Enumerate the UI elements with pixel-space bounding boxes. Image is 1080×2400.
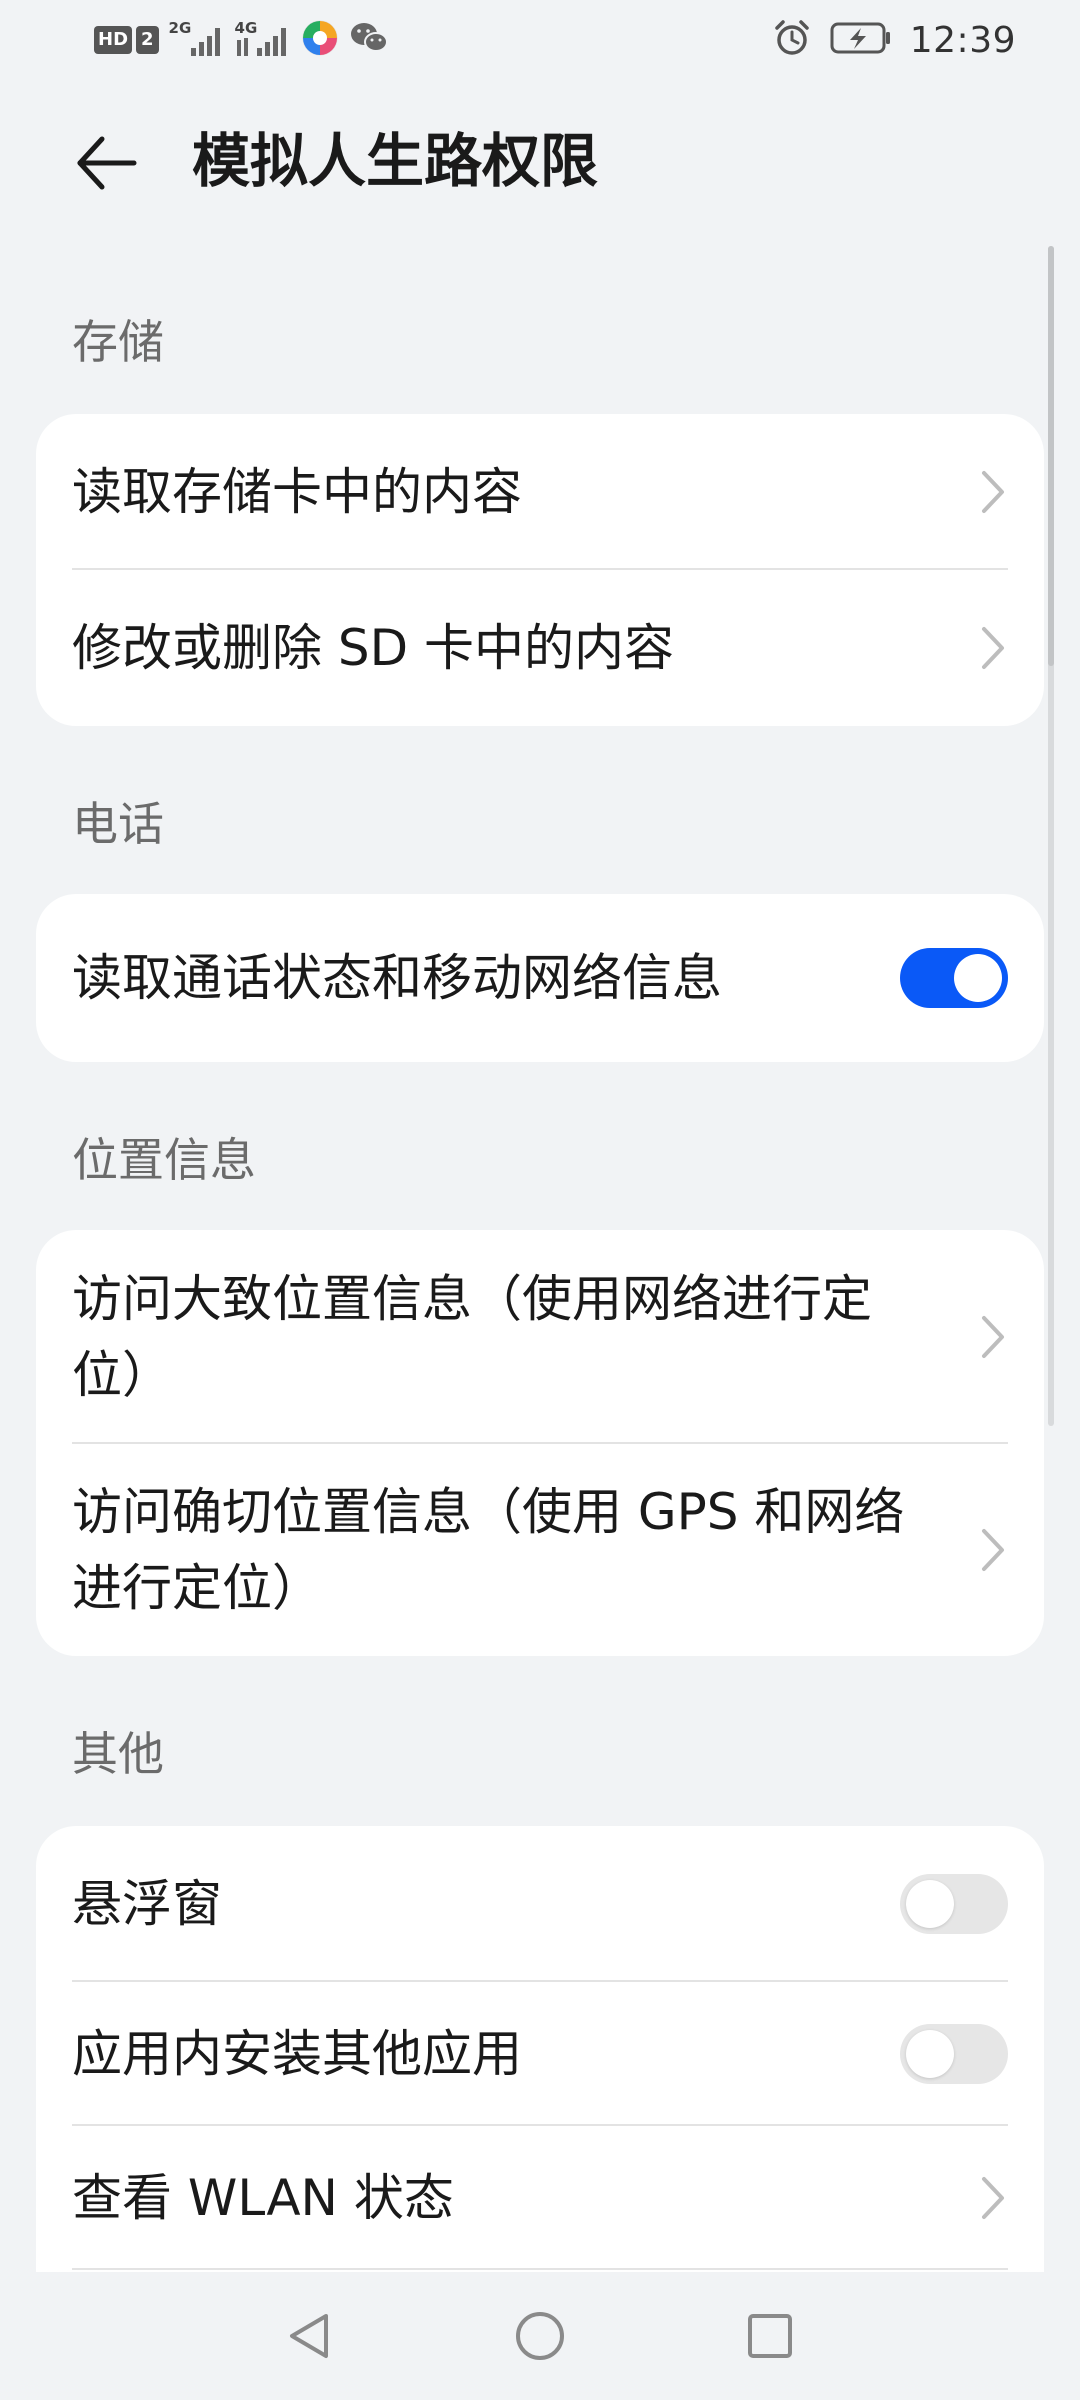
nav-recents-button[interactable]: [730, 2296, 810, 2376]
toggle-switch-off[interactable]: [900, 2024, 1008, 2084]
chevron-right-icon: [982, 627, 1004, 669]
permission-row-modify-sd[interactable]: 修改或删除 SD 卡中的内容: [36, 570, 1044, 726]
status-right: 12:39: [772, 16, 1016, 64]
section-header-location: 位置信息: [72, 1133, 256, 1187]
hd-voice-icon: HD 2: [94, 25, 159, 55]
toggle-knob: [906, 2030, 954, 2078]
permission-row-approx-location[interactable]: 访问大致位置信息（使用网络进行定位）: [36, 1230, 1044, 1444]
nav-back-button[interactable]: [270, 2296, 350, 2376]
page-title: 模拟人生路权限: [192, 127, 599, 195]
back-button[interactable]: [64, 128, 148, 198]
signal-4g-icon: 4G: [235, 20, 291, 60]
square-recents-icon: [748, 2314, 792, 2358]
chevron-right-icon: [982, 1529, 1004, 1571]
toggle-switch-on[interactable]: [900, 948, 1008, 1008]
permission-label: 访问确切位置信息（使用 GPS 和网络进行定位）: [72, 1483, 905, 1617]
permission-row-floating-window[interactable]: 悬浮窗: [36, 1826, 1044, 1982]
card-phone: 读取通话状态和移动网络信息: [36, 894, 1044, 1062]
status-bar: HD 2 2G 4G 12:39: [0, 0, 1080, 80]
section-header-storage: 存储: [72, 315, 164, 369]
permission-label: 读取通话状态和移动网络信息: [72, 949, 722, 1007]
sim-label: 2: [136, 26, 159, 54]
permission-label: 访问大致位置信息（使用网络进行定位）: [72, 1270, 872, 1404]
card-storage: 读取存储卡中的内容 修改或删除 SD 卡中的内容: [36, 414, 1044, 726]
scrollbar[interactable]: [1048, 246, 1054, 1426]
alarm-icon: [772, 18, 812, 62]
triangle-back-icon: [290, 2314, 328, 2358]
scrollbar-thumb[interactable]: [1048, 246, 1054, 666]
permission-row-precise-location[interactable]: 访问确切位置信息（使用 GPS 和网络进行定位）: [36, 1444, 1044, 1656]
permission-label: 查看 WLAN 状态: [72, 2169, 454, 2227]
arrow-left-icon: [77, 136, 137, 190]
card-location: 访问大致位置信息（使用网络进行定位） 访问确切位置信息（使用 GPS 和网络进行…: [36, 1230, 1044, 1656]
permission-label: 读取存储卡中的内容: [72, 463, 522, 521]
nav-home-button[interactable]: [500, 2296, 580, 2376]
permission-label: 悬浮窗: [72, 1875, 222, 1933]
toggle-knob: [906, 1880, 954, 1928]
chevron-right-icon: [982, 471, 1004, 513]
signal-2g-icon: 2G: [169, 20, 225, 60]
chevron-right-icon: [982, 2177, 1004, 2219]
permission-label: 修改或删除 SD 卡中的内容: [72, 619, 675, 677]
chevron-right-icon: [982, 1316, 1004, 1358]
permission-label: 应用内安装其他应用: [72, 2025, 522, 2083]
battery-charging-icon: [830, 20, 892, 60]
clock-time: 12:39: [909, 19, 1016, 61]
circle-home-icon: [516, 2312, 564, 2360]
permission-row-phone-state[interactable]: 读取通话状态和移动网络信息: [36, 894, 1044, 1062]
app-store-icon: [301, 19, 339, 61]
section-header-other: 其他: [72, 1727, 164, 1781]
hd-label: HD: [94, 26, 133, 54]
status-left: HD 2 2G 4G: [94, 20, 389, 60]
wechat-icon: [349, 20, 389, 60]
permission-row-wlan-status[interactable]: 查看 WLAN 状态: [36, 2126, 1044, 2270]
section-header-phone: 电话: [72, 797, 164, 851]
divider: [72, 2268, 1008, 2270]
permission-row-install-apps[interactable]: 应用内安装其他应用: [36, 1982, 1044, 2126]
toggle-switch-off[interactable]: [900, 1874, 1008, 1934]
navigation-bar: [0, 2272, 1080, 2400]
permission-row-read-storage[interactable]: 读取存储卡中的内容: [36, 414, 1044, 570]
app-header: 模拟人生路权限: [0, 100, 1080, 224]
toggle-knob: [954, 954, 1002, 1002]
permissions-screen: HD 2 2G 4G 12:39 模拟人生路权限 存储 读取存储卡中的内容 修改…: [0, 0, 1080, 2400]
